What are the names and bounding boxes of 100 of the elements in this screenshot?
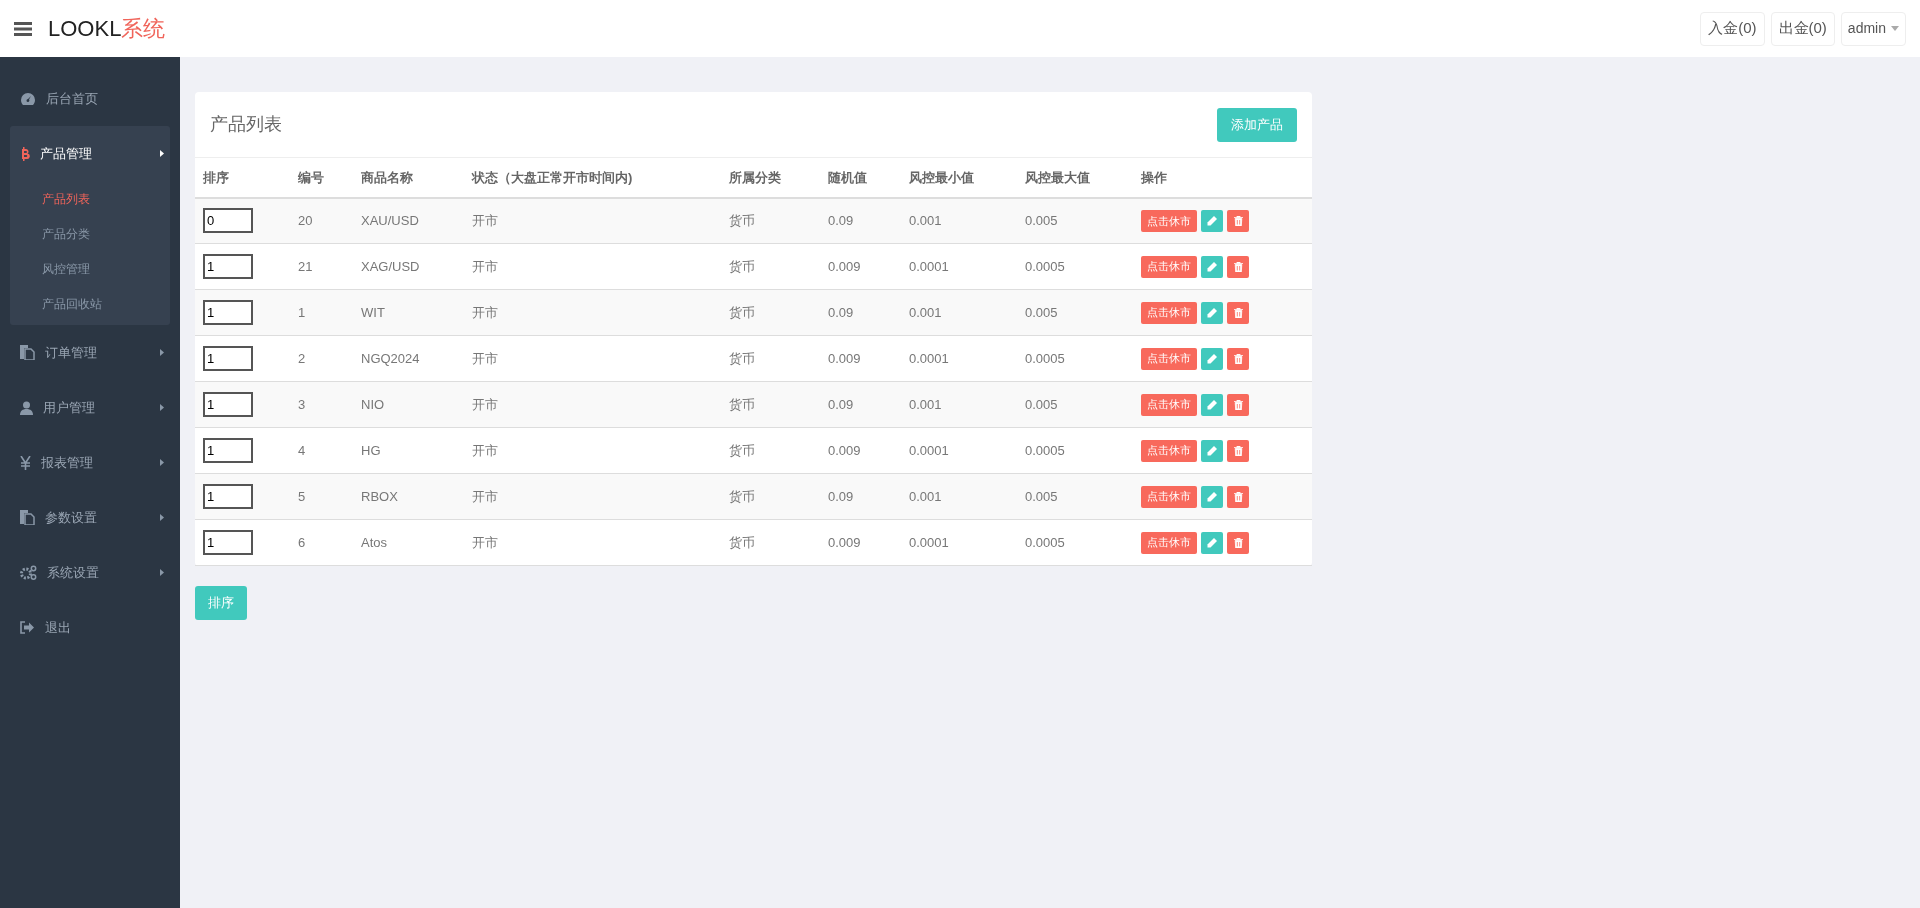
menu-icon[interactable]: [14, 21, 32, 36]
sidebar-item[interactable]: 退出: [0, 600, 180, 655]
sidebar-item[interactable]: 订单管理: [0, 325, 180, 380]
arrow-right-icon: [160, 150, 164, 157]
table-cell: HG: [353, 427, 464, 474]
sidebar-item[interactable]: 参数设置: [0, 490, 180, 545]
pencil-icon: [1207, 537, 1217, 548]
user-icon: [20, 400, 33, 415]
edit-button[interactable]: [1201, 393, 1223, 416]
edit-button[interactable]: [1201, 531, 1223, 554]
table-cell: 开市: [464, 381, 721, 428]
app-logo: LOOKL系统: [48, 15, 166, 43]
header-button[interactable]: 入金(0): [1700, 11, 1765, 46]
table-cell: 0.001: [901, 473, 1017, 520]
table-cell: 开市: [464, 473, 721, 520]
table-cell: 6: [290, 519, 353, 566]
delete-button[interactable]: [1227, 301, 1249, 324]
trash-icon: [1233, 445, 1243, 456]
files-icon: [20, 345, 35, 360]
edit-button[interactable]: [1201, 439, 1223, 462]
sort-input[interactable]: 1: [203, 484, 253, 509]
column-header: 风控最小值: [901, 157, 1017, 198]
delete-button[interactable]: [1227, 393, 1249, 416]
sidebar-item[interactable]: 用户管理: [0, 380, 180, 435]
close-market-button[interactable]: 点击休市: [1141, 347, 1197, 370]
pencil-icon: [1207, 399, 1217, 410]
sort-input[interactable]: 1: [203, 300, 253, 325]
submenu-item[interactable]: 风控管理: [10, 251, 170, 286]
table-cell: 3: [290, 381, 353, 428]
table-cell: 0.009: [820, 243, 901, 290]
edit-button[interactable]: [1201, 209, 1223, 232]
sort-input[interactable]: 1: [203, 254, 253, 279]
delete-button[interactable]: [1227, 531, 1249, 554]
table-cell: 0.0001: [901, 519, 1017, 566]
trash-icon: [1233, 399, 1243, 410]
trash-icon: [1233, 215, 1243, 226]
files-icon: [20, 510, 35, 525]
table-cell: 0.0005: [1017, 427, 1133, 474]
arrow-right-icon: [160, 569, 164, 576]
delete-button[interactable]: [1227, 347, 1249, 370]
close-market-button[interactable]: 点击休市: [1141, 531, 1197, 554]
pencil-icon: [1207, 215, 1217, 226]
delete-button[interactable]: [1227, 209, 1249, 232]
table-cell: 货币: [721, 519, 820, 566]
delete-button[interactable]: [1227, 485, 1249, 508]
pencil-icon: [1207, 307, 1217, 318]
sort-input[interactable]: 1: [203, 530, 253, 555]
column-header: 所属分类: [721, 157, 820, 198]
edit-button[interactable]: [1201, 485, 1223, 508]
sidebar-item[interactable]: 报表管理: [0, 435, 180, 490]
submenu-item[interactable]: 产品回收站: [10, 286, 170, 321]
user-dropdown[interactable]: admin: [1840, 11, 1906, 46]
trash-icon: [1233, 353, 1243, 364]
close-market-button[interactable]: 点击休市: [1141, 485, 1197, 508]
gears-icon: [20, 565, 37, 580]
panel-title: 产品列表: [210, 113, 282, 136]
table-cell: 货币: [721, 381, 820, 428]
close-market-button[interactable]: 点击休市: [1141, 301, 1197, 324]
column-header: 随机值: [820, 157, 901, 198]
sidebar-item[interactable]: 产品管理: [10, 126, 170, 181]
sidebar-item[interactable]: 系统设置: [0, 545, 180, 600]
pencil-icon: [1207, 445, 1217, 456]
sort-input[interactable]: 1: [203, 438, 253, 463]
close-market-button[interactable]: 点击休市: [1141, 439, 1197, 462]
sort-input[interactable]: 0: [203, 208, 253, 234]
table-cell: 开市: [464, 243, 721, 290]
table-cell: Atos: [353, 519, 464, 566]
edit-button[interactable]: [1201, 255, 1223, 278]
close-market-button[interactable]: 点击休市: [1141, 393, 1197, 416]
submenu-item[interactable]: 产品分类: [10, 216, 170, 251]
header-button[interactable]: 出金(0): [1770, 11, 1835, 46]
table-cell: 0.09: [820, 197, 901, 244]
sidebar-item[interactable]: 后台首页: [0, 71, 180, 126]
table-cell: 货币: [721, 473, 820, 520]
table-cell: 开市: [464, 335, 721, 382]
table-cell: WIT: [353, 289, 464, 336]
table-cell: 货币: [721, 335, 820, 382]
close-market-button[interactable]: 点击休市: [1141, 255, 1197, 278]
trash-icon: [1233, 537, 1243, 548]
delete-button[interactable]: [1227, 255, 1249, 278]
edit-button[interactable]: [1201, 347, 1223, 370]
table-cell: 货币: [721, 427, 820, 474]
dashboard-gauge-icon: [20, 91, 36, 106]
submenu-item[interactable]: 产品列表: [10, 181, 170, 216]
column-header: 操作: [1133, 157, 1312, 198]
sort-input[interactable]: 1: [203, 392, 253, 417]
pencil-icon: [1207, 353, 1217, 364]
sort-input[interactable]: 1: [203, 346, 253, 371]
logout-icon: [20, 621, 35, 634]
table-cell: 0.09: [820, 473, 901, 520]
close-market-button[interactable]: 点击休市: [1141, 209, 1197, 232]
table-cell: 0.009: [820, 335, 901, 382]
edit-button[interactable]: [1201, 301, 1223, 324]
delete-button[interactable]: [1227, 439, 1249, 462]
table-cell: RBOX: [353, 473, 464, 520]
table-cell: 0.009: [820, 427, 901, 474]
table-cell: 0.09: [820, 289, 901, 336]
column-header: 排序: [195, 157, 290, 198]
table-cell: 货币: [721, 197, 820, 244]
table-cell: 开市: [464, 519, 721, 566]
